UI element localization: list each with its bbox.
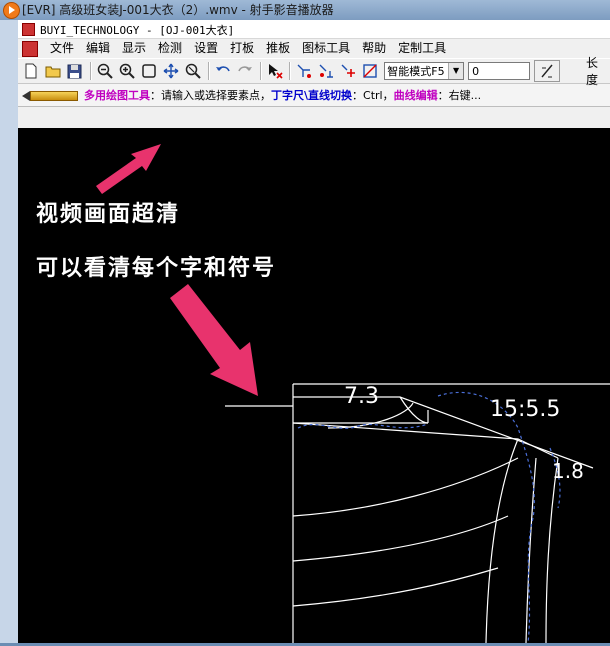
menu-check[interactable]: 检测 <box>152 39 188 58</box>
pattern-curve <box>399 396 429 424</box>
player-title-bar: [EVR] 高级班女装J-001大衣（2）.wmv - 射手影音播放器 <box>0 0 610 20</box>
overlay-caption-2: 可以看清每个字和符号 <box>36 256 277 281</box>
dashed-reference-curves <box>297 391 561 644</box>
toolbar-separator <box>207 62 210 80</box>
dimension-label: 15:5.5 <box>490 397 560 422</box>
menu-view[interactable]: 显示 <box>116 39 152 58</box>
toolbar-separator <box>289 62 292 80</box>
redo-icon[interactable] <box>235 61 255 81</box>
mode-select[interactable]: 智能模式F5 ▼ <box>384 62 465 80</box>
player-logo-icon <box>3 2 20 19</box>
dimension-label: 1.8 <box>552 459 584 483</box>
hint-text-1: ：请输入或选择要素点， <box>150 89 271 102</box>
pattern-curve <box>292 515 509 562</box>
app-logo-icon <box>22 23 35 36</box>
toolbar-separator <box>89 62 92 80</box>
hint-text-3: ：右键... <box>437 89 482 102</box>
player-title: [EVR] 高级班女装J-001大衣（2）.wmv - 射手影音播放器 <box>22 3 334 17</box>
pencil-icon <box>22 90 78 101</box>
pink-arrow-icon <box>170 284 258 396</box>
line-tool-icon[interactable] <box>534 60 561 82</box>
menu-icon-tools[interactable]: 图标工具 <box>296 39 356 58</box>
hint-tool-name: 多用绘图工具 <box>84 89 150 102</box>
cad-title-bar: BUYI_TECHNOLOGY - [OJ-001大衣] <box>18 20 610 39</box>
armhole-curve <box>525 457 537 644</box>
perpendicular-tool-icon[interactable] <box>316 61 336 81</box>
menu-pattern[interactable]: 打板 <box>224 39 260 58</box>
menu-help[interactable]: 帮助 <box>356 39 392 58</box>
measure-tool-icon[interactable] <box>360 61 380 81</box>
menu-bar: 文件 编辑 显示 检测 设置 打板 推板 图标工具 帮助 定制工具 <box>18 39 610 58</box>
pattern-curve <box>292 457 519 517</box>
pattern-curve <box>292 567 499 607</box>
pattern-lines <box>225 383 610 644</box>
armhole-curve <box>545 457 559 644</box>
value-input[interactable] <box>468 62 531 80</box>
pink-arrow-icon <box>96 144 161 194</box>
menu-grading[interactable]: 推板 <box>260 39 296 58</box>
document-menu-icon[interactable] <box>22 40 38 57</box>
toolbar-separator <box>259 62 262 80</box>
open-folder-icon[interactable] <box>43 61 63 81</box>
menu-settings[interactable]: 设置 <box>188 39 224 58</box>
new-file-icon[interactable] <box>21 61 41 81</box>
undo-icon[interactable] <box>213 61 233 81</box>
dashed-curve <box>437 391 535 644</box>
menu-custom-tools[interactable]: 定制工具 <box>392 39 452 58</box>
zoom-region-icon[interactable] <box>183 61 203 81</box>
overlay-caption-1: 视频画面超清 <box>36 202 181 227</box>
add-point-icon[interactable] <box>338 61 358 81</box>
chevron-down-icon[interactable]: ▼ <box>448 63 464 79</box>
pan-icon[interactable] <box>161 61 181 81</box>
hint-toggle: 丁字尺\直线切换 <box>271 89 353 102</box>
menu-edit[interactable]: 编辑 <box>80 39 116 58</box>
tool-hint-bar: 多用绘图工具 ：请输入或选择要素点， 丁字尺\直线切换 ：Ctrl， 曲线编辑 … <box>18 84 610 107</box>
cad-title: BUYI_TECHNOLOGY - [OJ-001大衣] <box>40 24 235 37</box>
length-label: 长度 <box>586 56 599 87</box>
zoom-in-icon[interactable] <box>117 61 137 81</box>
hint-curve-edit: 曲线编辑 <box>393 89 438 102</box>
hint-text-2: ：Ctrl， <box>352 89 394 102</box>
desktop-left-strip <box>0 20 19 643</box>
menu-file[interactable]: 文件 <box>44 39 80 58</box>
dimension-label: 7.3 <box>344 384 379 409</box>
zoom-out-icon[interactable] <box>95 61 115 81</box>
drawing-canvas[interactable]: 7.3 15:5.5 1.8 视频画面超清 可以看清每个字和符号 <box>18 128 610 644</box>
select-delete-icon[interactable] <box>265 61 285 81</box>
save-icon[interactable] <box>65 61 85 81</box>
cad-window: BUYI_TECHNOLOGY - [OJ-001大衣] 文件 编辑 显示 检测… <box>18 20 610 644</box>
fit-window-icon[interactable] <box>139 61 159 81</box>
armhole-curve <box>485 438 519 644</box>
point-tool-icon[interactable] <box>294 61 314 81</box>
main-toolbar: 智能模式F5 ▼ 长度 <box>18 56 610 87</box>
